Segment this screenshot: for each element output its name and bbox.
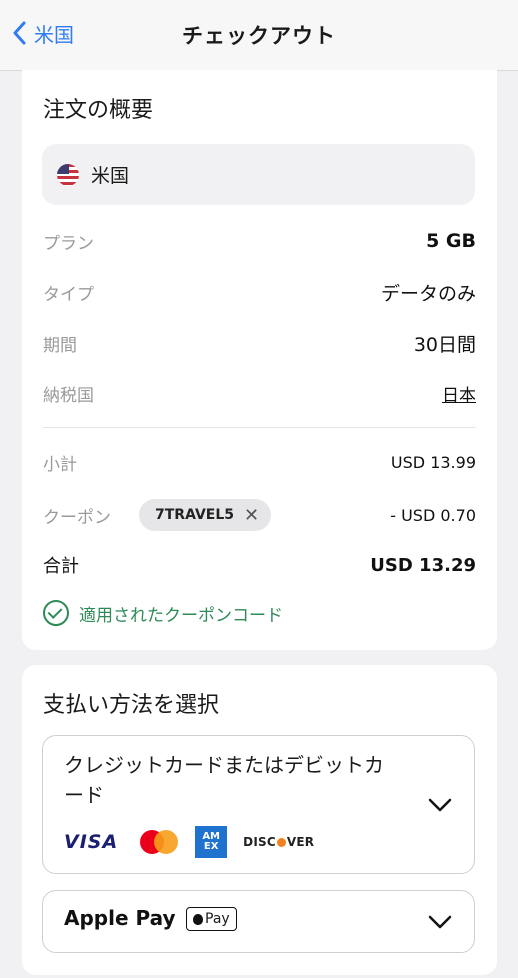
type-row: タイプ データのみ [43,277,476,307]
duration-row: 期間 30日間 [43,328,476,358]
amex-logo: AM EX [195,826,228,858]
chevron-down-icon [428,915,452,929]
apple-pay-badge: Pay [186,907,237,931]
tax-country-label: 納税国 [43,385,94,406]
type-label: タイプ [43,284,94,305]
apple-logo-icon [193,913,203,925]
card-payment-option[interactable]: クレジットカードまたはデビットカード VISA AM EX DISC VER [42,735,475,874]
plan-value: 5 GB [426,230,476,252]
navigation-bar: 米国 チェックアウト [0,0,518,71]
us-flag-icon [57,163,79,186]
apple-pay-option[interactable]: Apple Pay Pay [42,890,475,953]
discover-logo: DISC VER [243,835,315,849]
plan-row: プラン 5 GB [43,226,476,256]
visa-logo: VISA [64,831,119,853]
country-name: 米国 [91,165,130,187]
payment-method-title: 支払い方法を選択 [43,693,220,718]
country-box: 米国 [42,144,475,205]
subtotal-label: 小計 [43,454,77,475]
coupon-applied-text: 適用されたクーポンコード [79,605,283,626]
plan-label: プラン [43,233,94,254]
order-summary-title: 注文の概要 [43,98,154,123]
mastercard-logo [140,830,179,854]
coupon-label: クーポン [43,507,111,528]
subtotal-value: USD 13.99 [390,452,476,472]
check-circle-icon [43,600,69,626]
apple-pay-label: Apple Pay [64,906,176,930]
card-brand-logos: VISA AM EX DISC VER [64,826,314,858]
subtotal-row: 小計 USD 13.99 [43,447,476,477]
total-label: 合計 [43,556,79,577]
total-row: 合計 USD 13.29 [43,550,476,580]
duration-value: 30日間 [413,333,476,356]
total-value: USD 13.29 [370,554,476,576]
coupon-row: クーポン 7TRAVEL5 ✕ - USD 0.70 [43,498,476,532]
duration-label: 期間 [43,335,77,356]
coupon-applied-message: 適用されたクーポンコード [43,600,283,626]
coupon-discount: - USD 0.70 [390,505,476,525]
remove-coupon-icon[interactable]: ✕ [244,505,259,526]
card-option-label: クレジットカードまたはデビットカード [64,753,384,807]
tax-country-row: 納税国 日本 [43,378,476,408]
order-summary-card: 注文の概要 米国 プラン 5 GB タイプ データのみ 期間 30日間 納税国 … [22,70,497,650]
chevron-down-icon [428,798,452,812]
tax-country-link[interactable]: 日本 [442,381,476,406]
page-title: チェックアウト [182,24,336,48]
payment-method-card: 支払い方法を選択 クレジットカードまたはデビットカード VISA AM EX DI… [22,665,497,975]
type-value: データのみ [380,282,476,305]
coupon-code: 7TRAVEL5 [155,507,235,523]
divider [43,427,476,428]
coupon-chip: 7TRAVEL5 ✕ [139,499,272,531]
